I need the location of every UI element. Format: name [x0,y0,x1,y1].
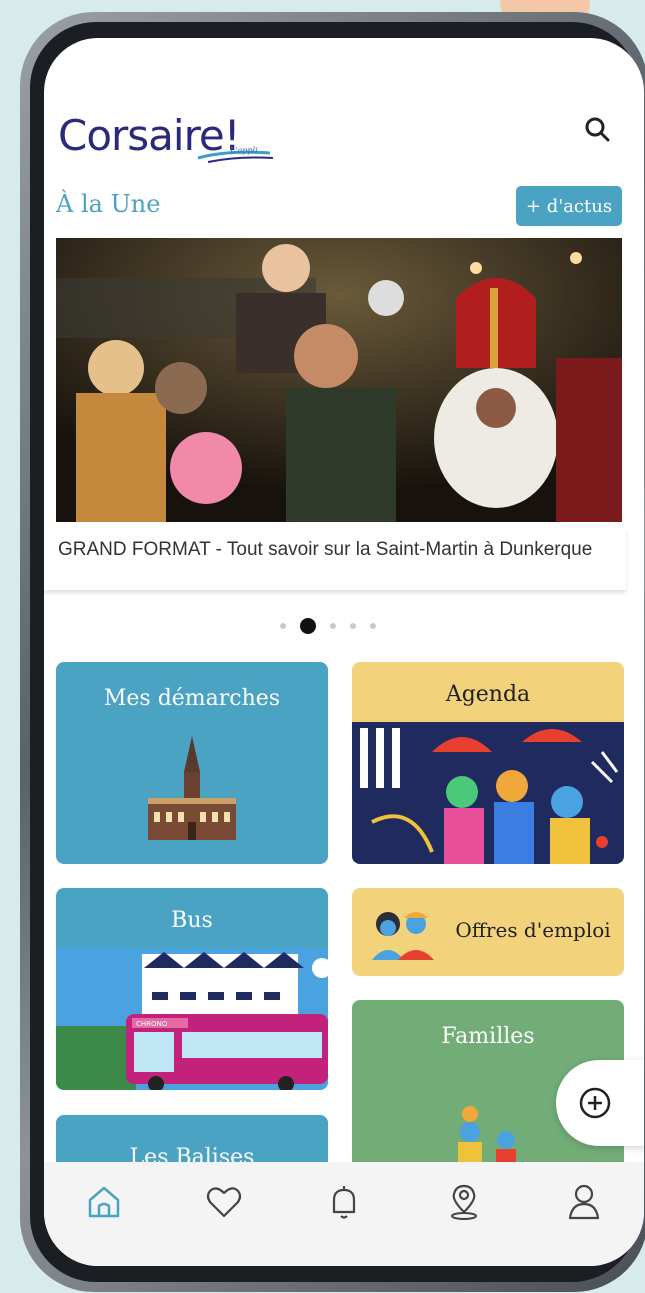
city-hall-icon [148,736,236,840]
app-logo: Corsaire! L'appli [58,106,288,166]
plus-circle-icon [579,1087,611,1119]
carousel-dot[interactable] [280,623,286,629]
tile-offres-emploi[interactable]: Offres d'emploi [352,888,624,976]
carousel-dots [280,618,376,634]
workers-icon [372,912,434,960]
tile-label: Offres d'emploi [455,918,611,942]
add-shortcut-button[interactable] [556,1060,644,1146]
tile-label: Bus [171,908,213,933]
tile-label: Agenda [445,682,531,707]
tile-agenda[interactable]: Agenda [352,662,624,864]
carnival-illustration [352,722,624,864]
nav-home[interactable] [84,1182,124,1222]
heart-icon [206,1187,242,1218]
featured-image[interactable] [56,238,622,522]
tile-mes-demarches[interactable]: Mes démarches [56,662,328,864]
tile-bus[interactable]: Bus CHRONO [56,888,328,1090]
search-icon[interactable] [584,116,610,142]
app-screen: Corsaire! L'appli À la Une + d'actus GRA… [44,38,644,1266]
nav-favorites[interactable] [204,1182,244,1222]
carousel-dot[interactable] [350,623,356,629]
section-title: À la Une [56,190,161,218]
logo-text: Corsaire! [58,111,240,160]
side-credit [2,780,12,1200]
crowd-photo [56,238,622,522]
logo-graphic: Corsaire! [58,111,274,163]
home-icon [88,1186,120,1218]
carousel-dot[interactable] [330,623,336,629]
logo-tagline: L'appli [230,146,258,155]
bottom-nav [44,1162,644,1266]
carousel-dot-active[interactable] [300,618,316,634]
featured-caption[interactable]: GRAND FORMAT - Tout savoir sur la Saint-… [44,528,626,590]
bus-badge: CHRONO [136,1020,168,1028]
nav-profile[interactable] [564,1182,604,1222]
carousel-dot[interactable] [370,623,376,629]
more-news-button[interactable]: + d'actus [516,186,622,226]
tile-label: Familles [441,1024,535,1049]
bell-icon [332,1186,356,1219]
nav-map[interactable] [444,1182,484,1222]
caption-text: GRAND FORMAT - Tout savoir sur la Saint-… [58,539,593,560]
map-pin-icon [451,1184,477,1220]
nav-notifications[interactable] [324,1182,364,1222]
user-icon [568,1184,600,1220]
bus-illustration: CHRONO [56,948,328,1090]
